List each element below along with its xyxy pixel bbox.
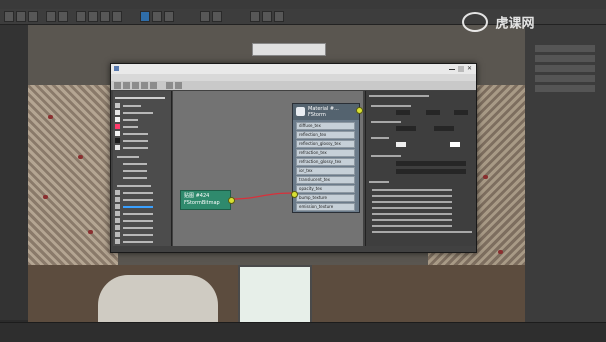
material-slot[interactable]: translucent_tex (296, 176, 355, 184)
node-title: 贴图 #424 (184, 193, 210, 199)
material-slot[interactable]: reflection_glossy_tex (296, 140, 355, 148)
fstorm-material-node[interactable]: Material #... FStorm diffuse_tex reflect… (292, 103, 360, 213)
node-output-port[interactable] (228, 197, 235, 204)
material-slot[interactable]: refraction_tex (296, 149, 355, 157)
node-input-port[interactable] (291, 191, 298, 198)
material-slot[interactable]: opacity_tex (296, 185, 355, 193)
node-subtitle: FStormBitmap (184, 200, 220, 206)
material-node-subtitle: FStorm (308, 112, 326, 118)
material-slot[interactable]: diffuse_tex (296, 122, 355, 130)
node-link-wire[interactable] (230, 192, 295, 200)
material-node-header[interactable]: Material #... FStorm (293, 104, 359, 120)
material-slot[interactable]: refraction_glossy_tex (296, 158, 355, 166)
material-slot[interactable]: reflection_tex (296, 131, 355, 139)
material-slot[interactable]: ior_tex (296, 167, 355, 175)
material-slot[interactable]: bump_texture (296, 194, 355, 202)
fstorm-bitmap-node[interactable]: 贴图 #424 FStormBitmap (180, 190, 231, 210)
material-preview-icon (296, 107, 305, 116)
node-output-port[interactable] (356, 107, 363, 114)
material-slot[interactable]: emission_texture (296, 203, 355, 211)
